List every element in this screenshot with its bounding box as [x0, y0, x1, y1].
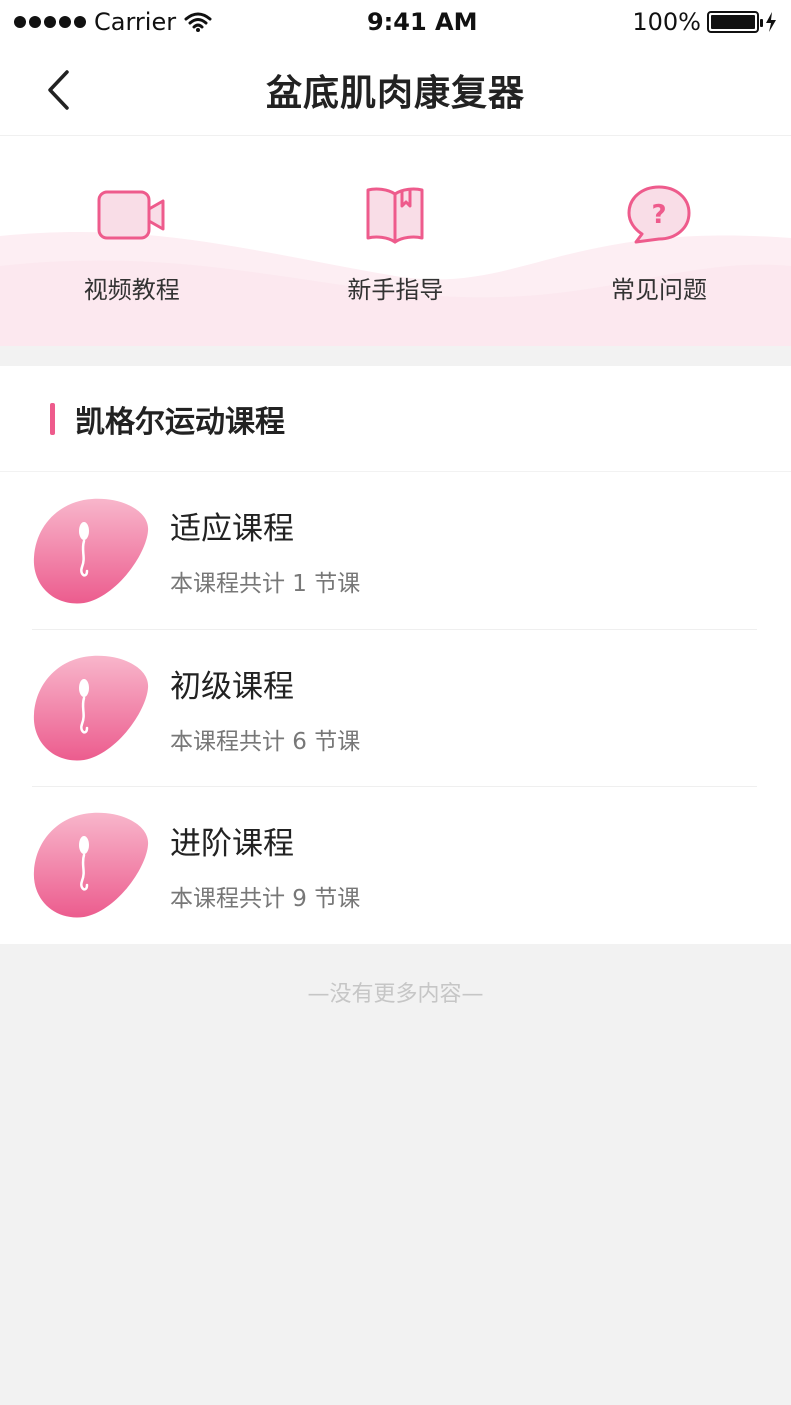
chevron-left-icon: [48, 70, 69, 110]
section-header: 凯格尔运动课程: [0, 366, 791, 472]
course-text: 适应课程 本课程共计 1 节课: [170, 503, 360, 598]
quick-link-video-tutorial[interactable]: 视频教程: [0, 182, 264, 305]
battery-percent: 100%: [632, 8, 701, 36]
book-icon: [357, 182, 433, 248]
course-thumbnail-icon: [33, 498, 149, 603]
course-title: 初级课程: [170, 668, 294, 705]
svg-text:?: ?: [651, 200, 666, 230]
course-item-beginner[interactable]: 初级课程 本课程共计 6 节课: [32, 629, 757, 786]
quick-link-beginner-guide[interactable]: 新手指导: [264, 182, 528, 305]
video-camera-icon: [94, 182, 170, 248]
course-thumbnail-icon: [33, 655, 149, 761]
status-time: 9:41 AM: [366, 8, 478, 36]
course-title: 适应课程: [170, 511, 294, 547]
no-more-content-note: —没有更多内容—: [307, 982, 484, 1007]
carrier-label: Carrier: [94, 8, 177, 36]
quick-link-faq[interactable]: ? 常见问题: [527, 182, 791, 305]
quick-links: 视频教程 新手指导 ? 常见问题: [0, 136, 791, 346]
question-bubble-icon: ?: [621, 182, 697, 248]
course-title: 进阶课程: [170, 825, 294, 862]
signal-icon: [14, 16, 86, 28]
course-item-advanced[interactable]: 进阶课程 本课程共计 9 节课: [32, 786, 757, 943]
course-thumbnail-icon: [33, 812, 149, 918]
quick-link-label: 新手指导: [347, 276, 444, 304]
page-title: 盆底肌肉康复器: [265, 72, 525, 114]
back-button[interactable]: [36, 66, 80, 114]
course-lesson-count: 本课程共计 9 节课: [170, 885, 361, 912]
section-title: 凯格尔运动课程: [75, 404, 285, 440]
course-lesson-count: 本课程共计 1 节课: [170, 571, 361, 597]
course-text: 进阶课程 本课程共计 9 节课: [170, 818, 360, 913]
status-right: 100%: [632, 8, 777, 36]
section-accent-bar: [50, 402, 55, 435]
quick-links-row: 视频教程 新手指导 ? 常见问题: [0, 182, 791, 305]
charging-icon: [766, 12, 776, 32]
kegel-course-section: 凯格尔运动课程 适应课程 本课程共计 1 节课 初级课程 本课程共计 6 节课 …: [0, 366, 791, 944]
status-bar: Carrier 9:41 AM 100%: [0, 0, 791, 44]
status-left: Carrier: [14, 8, 212, 36]
course-item-adaptation[interactable]: 适应课程 本课程共计 1 节课: [32, 472, 757, 629]
quick-link-label: 视频教程: [83, 276, 180, 304]
wifi-icon: [184, 12, 212, 32]
course-lesson-count: 本课程共计 6 节课: [170, 728, 361, 755]
course-text: 初级课程 本课程共计 6 节课: [170, 661, 360, 756]
quick-link-label: 常见问题: [610, 276, 707, 304]
battery-icon: [707, 11, 763, 33]
nav-bar: 盆底肌肉康复器: [0, 44, 791, 136]
